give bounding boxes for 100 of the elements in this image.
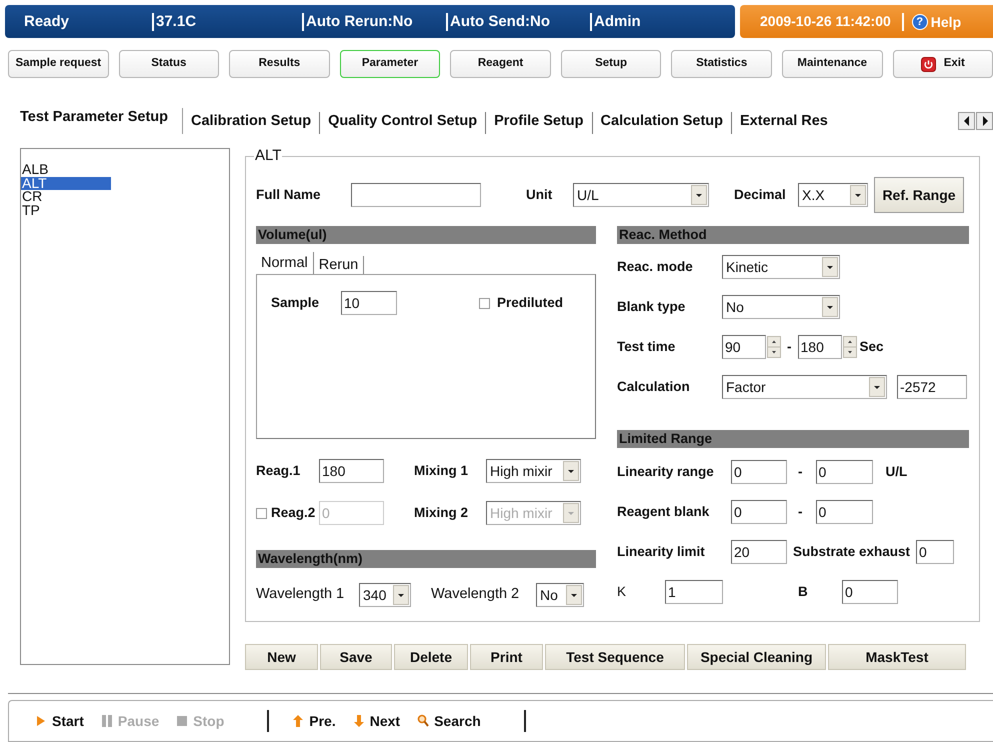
list-item[interactable]: ALT [21, 176, 111, 190]
field-label: - [798, 502, 802, 521]
field-label: - [787, 338, 792, 356]
input-field[interactable]: 0 [731, 460, 787, 484]
status-text: Admin [590, 12, 730, 30]
nav-button[interactable]: Maintenance [782, 50, 882, 78]
dropdown[interactable]: 340 [359, 583, 411, 607]
caret-icon [822, 297, 838, 317]
caret-icon [850, 185, 866, 205]
nav-button[interactable]: Status [118, 50, 220, 78]
status-text: Auto Send:No [446, 12, 590, 30]
dropdown[interactable]: No [536, 583, 584, 607]
action-button[interactable]: Special Cleaning [687, 644, 826, 670]
nav-button[interactable]: Exit [892, 50, 993, 78]
dropdown[interactable]: High mixir [486, 459, 581, 483]
scroll-left-button[interactable] [958, 112, 975, 130]
input-field[interactable]: 180 [319, 459, 384, 483]
triangle-right-icon [980, 116, 988, 126]
action-button[interactable]: New [245, 644, 318, 670]
toolbar-button[interactable]: Next [352, 710, 400, 732]
pause-icon [100, 714, 113, 728]
help-icon: ? [912, 14, 928, 30]
action-button[interactable]: Print [470, 644, 543, 670]
dropdown[interactable]: X.X [798, 183, 868, 207]
field-label: K [617, 582, 628, 601]
field-label: Test time [617, 338, 676, 356]
input-field[interactable]: -2572 [897, 375, 967, 399]
nav-button[interactable]: Results [229, 50, 330, 78]
field-label: Wavelength 2 [431, 585, 520, 604]
dropdown[interactable]: No [722, 295, 840, 319]
input-field[interactable]: 0 [916, 540, 954, 564]
tab[interactable]: Normal [256, 252, 314, 274]
nav-button[interactable]: Sample request [8, 50, 109, 78]
list-item[interactable]: ALB [21, 163, 111, 177]
dropdown[interactable]: Kinetic [722, 255, 840, 279]
checkbox[interactable] [479, 298, 490, 308]
search-icon [417, 714, 430, 728]
help-link[interactable]: ? Help [902, 12, 962, 30]
nav-button[interactable]: Reagent [450, 50, 551, 78]
field-label: Prediluted [497, 294, 564, 312]
field-label: Decimal [734, 186, 787, 204]
ref-range-button[interactable]: Ref. Range [874, 177, 964, 213]
arrow-up-icon [292, 714, 304, 728]
action-button[interactable]: Test Sequence [545, 644, 685, 670]
input-field[interactable]: 0 [816, 460, 872, 484]
input-field[interactable]: 90 [722, 335, 766, 359]
list-item[interactable]: CR [21, 190, 111, 204]
dropdown[interactable]: Factor [722, 375, 887, 399]
field-label: Reag.2 [271, 504, 316, 522]
caret-icon [393, 585, 409, 605]
section-header: Volume(ul) [256, 226, 596, 244]
section-header: Reac. Method [617, 226, 969, 244]
status-text: Auto Rerun:No [302, 12, 446, 30]
toolbar-button[interactable]: Pre. [292, 710, 336, 732]
input-field[interactable] [351, 183, 481, 207]
group-title: ALT [254, 148, 282, 164]
input-field[interactable]: 0 [816, 500, 872, 524]
stop-icon [176, 714, 188, 728]
field-label: Linearity limit [617, 542, 706, 561]
field-label: Sec [860, 338, 884, 356]
field-label: Reag.1 [256, 462, 302, 480]
toolbar-button[interactable]: Start [35, 710, 84, 732]
spinner-icon [767, 336, 781, 358]
toolbar-button[interactable]: Search [417, 710, 481, 732]
scroll-right-button[interactable] [976, 112, 993, 130]
nav-button[interactable]: Setup [560, 50, 662, 78]
triangle-left-icon [962, 116, 970, 126]
input-field[interactable]: 0 [731, 500, 787, 524]
tab[interactable]: Rerun [314, 256, 364, 274]
section-header: Wavelength(nm) [256, 550, 596, 568]
status-text: 37.1C [152, 12, 302, 30]
caret-icon [563, 503, 579, 523]
caret-icon [563, 461, 579, 481]
nav-button[interactable]: Statistics [671, 50, 772, 78]
field-label: Sample [271, 294, 320, 312]
field-label: Unit [526, 186, 554, 204]
dropdown[interactable]: U/L [573, 183, 709, 207]
field-label: - [798, 462, 802, 481]
section-header: Limited Range [617, 430, 969, 448]
input-field[interactable]: 0 [842, 580, 898, 604]
arrow-down-icon [352, 714, 365, 728]
action-button[interactable]: Save [320, 644, 392, 670]
field-label: Wavelength 1 [256, 585, 346, 604]
tab[interactable]: Calculation Setup [592, 112, 732, 134]
input-field[interactable]: 1 [665, 580, 723, 604]
list-item[interactable]: TP [21, 204, 111, 218]
input-field[interactable]: 10 [341, 291, 397, 315]
field-label: Full Name [256, 186, 322, 204]
input-field[interactable]: 20 [731, 540, 787, 564]
caret-icon [566, 585, 582, 605]
status-text: Ready [23, 12, 70, 30]
nav-button[interactable]: Parameter [340, 50, 440, 78]
power-icon [920, 56, 936, 72]
input-field[interactable]: 180 [798, 335, 842, 359]
action-button[interactable]: Delete [394, 644, 468, 670]
field-label: Mixing 2 [414, 504, 470, 522]
field-label: Reac. mode [617, 258, 694, 276]
caret-icon [691, 185, 707, 205]
spinner-icon [842, 336, 856, 358]
action-button[interactable]: MaskTest [828, 644, 966, 670]
